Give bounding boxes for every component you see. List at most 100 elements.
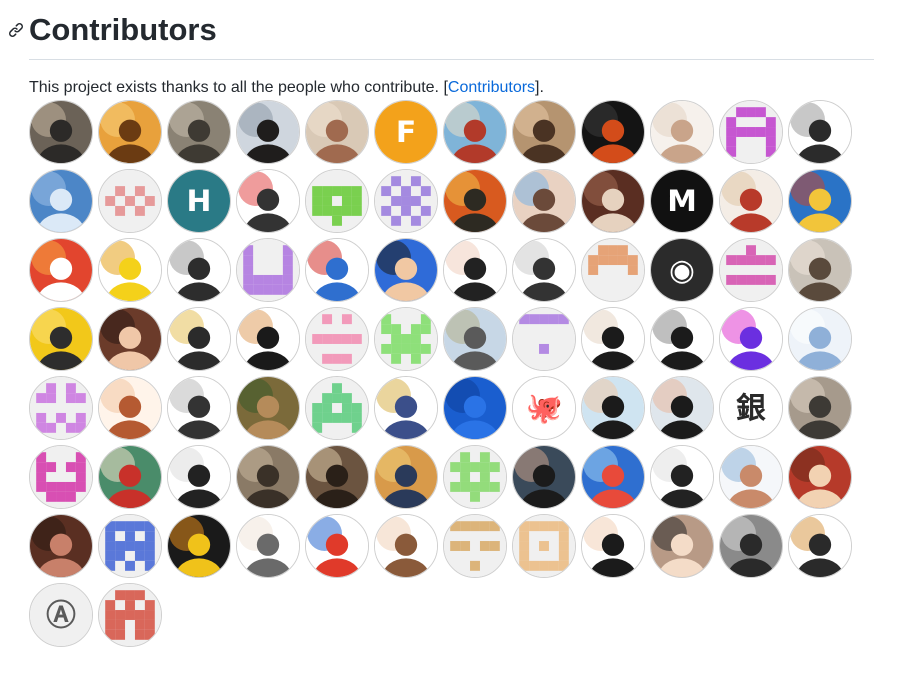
contributor-avatar[interactable] bbox=[443, 514, 507, 578]
intro-suffix: ]. bbox=[535, 79, 544, 96]
contributor-avatar[interactable] bbox=[305, 169, 369, 233]
contributor-avatar[interactable] bbox=[581, 238, 645, 302]
contributor-avatar[interactable] bbox=[167, 445, 231, 509]
contributor-avatar[interactable] bbox=[788, 445, 852, 509]
contributor-avatar[interactable] bbox=[650, 100, 714, 164]
contributor-avatar[interactable] bbox=[29, 445, 93, 509]
contributor-avatar[interactable] bbox=[98, 445, 162, 509]
contributor-avatar[interactable]: 銀 bbox=[719, 376, 783, 440]
contributor-avatar[interactable] bbox=[581, 307, 645, 371]
intro-paragraph: This project exists thanks to all the pe… bbox=[29, 78, 544, 98]
contributor-avatar[interactable] bbox=[650, 376, 714, 440]
contributor-avatar[interactable] bbox=[719, 100, 783, 164]
contributor-avatar[interactable] bbox=[236, 100, 300, 164]
contributor-avatar[interactable] bbox=[581, 169, 645, 233]
svg-text:M: M bbox=[667, 184, 697, 219]
contributor-avatar[interactable] bbox=[305, 307, 369, 371]
contributor-avatar[interactable]: H bbox=[167, 169, 231, 233]
contributor-avatar[interactable] bbox=[443, 100, 507, 164]
contributor-avatar[interactable] bbox=[305, 445, 369, 509]
contributor-avatar[interactable] bbox=[236, 376, 300, 440]
page-title: Contributors bbox=[29, 12, 217, 47]
contributor-avatar[interactable] bbox=[788, 514, 852, 578]
contributor-avatar[interactable]: 🐙 bbox=[512, 376, 576, 440]
contributor-avatar[interactable] bbox=[581, 445, 645, 509]
contributor-avatar[interactable] bbox=[236, 169, 300, 233]
svg-text:H: H bbox=[187, 184, 212, 219]
contributor-avatar[interactable] bbox=[29, 514, 93, 578]
contributor-avatar[interactable] bbox=[512, 514, 576, 578]
svg-text:F: F bbox=[396, 115, 416, 150]
contributor-avatar[interactable] bbox=[29, 376, 93, 440]
contributor-avatar[interactable] bbox=[512, 100, 576, 164]
contributor-avatar[interactable] bbox=[719, 445, 783, 509]
contributor-avatar[interactable] bbox=[581, 100, 645, 164]
contributor-avatar[interactable] bbox=[167, 514, 231, 578]
contributor-avatar[interactable] bbox=[374, 514, 438, 578]
contributor-avatar[interactable]: M bbox=[650, 169, 714, 233]
contributor-avatar[interactable]: F bbox=[374, 100, 438, 164]
contributor-avatar[interactable]: ◉ bbox=[650, 238, 714, 302]
contributor-avatar[interactable] bbox=[650, 307, 714, 371]
contributor-avatar[interactable] bbox=[98, 100, 162, 164]
contributor-avatar[interactable] bbox=[374, 307, 438, 371]
contributor-avatar[interactable] bbox=[167, 307, 231, 371]
contributor-avatar[interactable] bbox=[305, 100, 369, 164]
contributor-avatar[interactable] bbox=[98, 238, 162, 302]
contributor-avatar[interactable] bbox=[305, 238, 369, 302]
contributor-avatar[interactable] bbox=[788, 307, 852, 371]
contributor-avatar[interactable] bbox=[512, 307, 576, 371]
contributor-avatar[interactable] bbox=[29, 307, 93, 371]
link-anchor-icon[interactable] bbox=[8, 22, 24, 38]
contributor-avatar[interactable] bbox=[788, 238, 852, 302]
heading-divider bbox=[29, 59, 874, 60]
contributor-avatar[interactable] bbox=[719, 169, 783, 233]
contributor-avatar[interactable] bbox=[719, 514, 783, 578]
contributor-avatar[interactable] bbox=[443, 169, 507, 233]
contributor-avatar[interactable] bbox=[98, 583, 162, 647]
contributor-avatar[interactable] bbox=[581, 514, 645, 578]
contributor-avatar[interactable] bbox=[98, 169, 162, 233]
contributor-avatar[interactable] bbox=[305, 514, 369, 578]
contributor-avatar[interactable] bbox=[788, 376, 852, 440]
contributor-avatar[interactable] bbox=[29, 169, 93, 233]
contributors-link[interactable]: Contributors bbox=[448, 79, 535, 96]
svg-text:銀: 銀 bbox=[736, 391, 766, 426]
contributor-avatar[interactable] bbox=[236, 307, 300, 371]
contributor-avatar[interactable] bbox=[374, 238, 438, 302]
contributor-avatar[interactable] bbox=[650, 514, 714, 578]
contributor-avatar[interactable] bbox=[443, 376, 507, 440]
contributor-avatar[interactable] bbox=[167, 238, 231, 302]
contributor-avatar[interactable] bbox=[512, 238, 576, 302]
contributor-avatar[interactable] bbox=[236, 445, 300, 509]
contributor-avatar[interactable] bbox=[29, 100, 93, 164]
contributor-avatar[interactable] bbox=[719, 307, 783, 371]
contributor-avatar[interactable] bbox=[305, 376, 369, 440]
contributor-avatar[interactable] bbox=[650, 445, 714, 509]
contributor-avatar[interactable] bbox=[581, 376, 645, 440]
contributor-avatar[interactable] bbox=[443, 238, 507, 302]
contributor-avatar[interactable] bbox=[236, 514, 300, 578]
contributor-avatar[interactable] bbox=[29, 238, 93, 302]
contributor-avatar[interactable] bbox=[236, 238, 300, 302]
contributor-avatar[interactable] bbox=[374, 169, 438, 233]
svg-text:◉: ◉ bbox=[669, 253, 695, 288]
svg-text:Ⓐ: Ⓐ bbox=[46, 598, 76, 633]
contributor-avatar[interactable] bbox=[788, 169, 852, 233]
contributor-avatar[interactable] bbox=[374, 376, 438, 440]
contributors-heading: Contributors bbox=[8, 10, 217, 50]
contributor-avatar[interactable] bbox=[788, 100, 852, 164]
contributor-avatar[interactable] bbox=[512, 445, 576, 509]
contributor-avatar[interactable] bbox=[443, 307, 507, 371]
contributor-avatar[interactable] bbox=[98, 514, 162, 578]
contributor-avatar[interactable] bbox=[443, 445, 507, 509]
contributor-avatar[interactable] bbox=[374, 445, 438, 509]
contributor-avatar[interactable] bbox=[167, 376, 231, 440]
contributor-avatar[interactable] bbox=[98, 376, 162, 440]
contributor-avatar[interactable]: Ⓐ bbox=[29, 583, 93, 647]
contributor-avatar[interactable] bbox=[719, 238, 783, 302]
contributor-avatar[interactable] bbox=[98, 307, 162, 371]
contributor-avatar[interactable] bbox=[512, 169, 576, 233]
contributor-avatar[interactable] bbox=[167, 100, 231, 164]
contributors-avatar-grid: F H M ◉ 🐙 銀 Ⓐ bbox=[29, 100, 869, 652]
